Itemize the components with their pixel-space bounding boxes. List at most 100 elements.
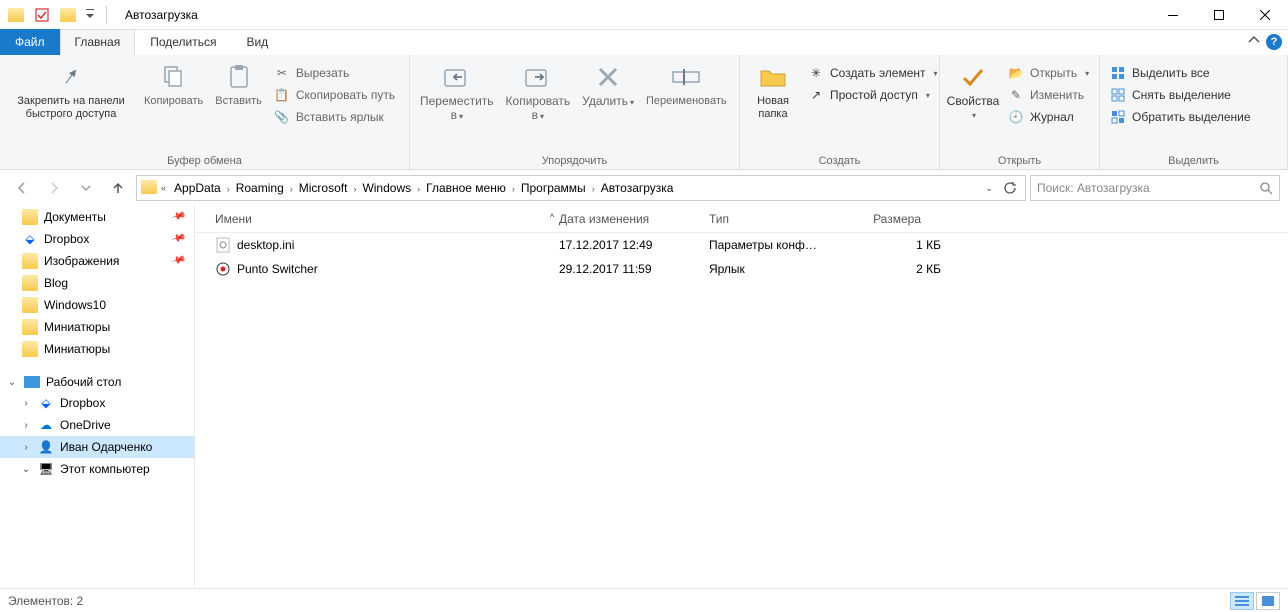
properties-button[interactable]: Свойства▾	[946, 59, 1000, 124]
expand-icon[interactable]: ›	[20, 420, 32, 431]
invert-selection-button[interactable]: Обратить выделение	[1106, 107, 1255, 127]
item-count-label: Элементов:	[8, 594, 73, 608]
rename-icon	[670, 61, 702, 93]
chevron-right-icon[interactable]: ›	[590, 184, 597, 194]
minimize-button[interactable]	[1150, 0, 1196, 30]
breadcrumb-segment[interactable]: Программы	[517, 181, 590, 195]
view-details-button[interactable]	[1230, 592, 1254, 610]
maximize-button[interactable]	[1196, 0, 1242, 30]
col-size[interactable]: Размера	[851, 212, 941, 226]
breadcrumb-segment[interactable]: AppData	[170, 181, 225, 195]
sidebar-item[interactable]: Изображения	[0, 250, 194, 272]
move-icon	[441, 61, 473, 93]
breadcrumb-segment[interactable]: Microsoft	[295, 181, 352, 195]
easy-access-button[interactable]: ↗Простой доступ▾	[804, 85, 942, 105]
view-large-button[interactable]	[1256, 592, 1280, 610]
folder-icon	[22, 209, 38, 225]
folder-icon	[22, 341, 38, 357]
expand-icon[interactable]: ›	[20, 442, 32, 453]
folder-icon	[6, 5, 26, 25]
delete-button[interactable]: Удалить▾	[578, 59, 638, 111]
col-type[interactable]: Тип	[709, 212, 851, 226]
sidebar-item-label: Этот компьютер	[60, 462, 150, 476]
sidebar-item[interactable]: ⌄🖥Этот компьютер	[0, 458, 194, 480]
new-folder-icon	[757, 61, 789, 93]
address-dropdown-icon[interactable]: ⌄	[983, 183, 995, 194]
sidebar-item[interactable]: Миниатюры	[0, 316, 194, 338]
history-button[interactable]: 🕘Журнал	[1004, 107, 1093, 127]
file-type: Ярлык	[709, 262, 851, 276]
file-row[interactable]: desktop.ini17.12.2017 12:49Параметры кон…	[195, 233, 1288, 257]
qat-dropdown-icon[interactable]	[84, 5, 96, 25]
open-button[interactable]: 📂Открыть▾	[1004, 63, 1093, 83]
file-row[interactable]: Punto Switcher29.12.2017 11:59Ярлык2 КБ	[195, 257, 1288, 281]
paste-button[interactable]: Вставить	[211, 59, 266, 110]
sidebar-item[interactable]: Документы	[0, 206, 194, 228]
tab-file[interactable]: Файл	[0, 29, 60, 55]
up-button[interactable]	[104, 174, 132, 202]
group-organize-label: Упорядочить	[416, 153, 733, 167]
recent-dropdown[interactable]	[72, 174, 100, 202]
sidebar-item[interactable]: ›👤Иван Одарченко	[0, 436, 194, 458]
new-folder-button[interactable]: Новая папка	[746, 59, 800, 123]
qat-properties-icon[interactable]	[32, 5, 52, 25]
sidebar-item[interactable]: Миниатюры	[0, 338, 194, 360]
invert-icon	[1110, 109, 1126, 125]
expand-icon[interactable]: ⌄	[20, 464, 32, 475]
column-headers[interactable]: Имени ^ Дата изменения Тип Размера	[195, 206, 1288, 233]
copy-path-button[interactable]: 📋Скопировать путь	[270, 85, 399, 105]
folder-icon	[58, 5, 78, 25]
file-size: 1 КБ	[851, 238, 941, 252]
refresh-button[interactable]	[1003, 181, 1017, 195]
tab-share[interactable]: Поделиться	[135, 29, 231, 55]
copy-button[interactable]: Копировать	[140, 59, 207, 110]
copy-to-icon	[522, 61, 554, 93]
breadcrumb-segment[interactable]: Roaming	[232, 181, 288, 195]
breadcrumb-segment[interactable]: Автозагрузка	[597, 181, 678, 195]
select-none-button[interactable]: Снять выделение	[1106, 85, 1255, 105]
col-date[interactable]: Дата изменения	[559, 212, 709, 226]
copy-to-button[interactable]: Копировать в▾	[502, 59, 575, 125]
chevron-right-icon[interactable]: ›	[288, 184, 295, 194]
chevron-right-icon[interactable]: ›	[225, 184, 232, 194]
file-date: 29.12.2017 11:59	[559, 262, 709, 276]
sidebar-item[interactable]: Windows10	[0, 294, 194, 316]
file-type: Параметры конф…	[709, 238, 851, 252]
breadcrumb-root-chevron[interactable]: «	[159, 183, 168, 193]
breadcrumb-bar[interactable]: « AppData›Roaming›Microsoft›Windows›Глав…	[136, 175, 1026, 201]
ribbon-tabs: Файл Главная Поделиться Вид ?	[0, 30, 1288, 55]
edit-button[interactable]: ✎Изменить	[1004, 85, 1093, 105]
sidebar-item[interactable]: Blog	[0, 272, 194, 294]
paste-shortcut-button[interactable]: 📎Вставить ярлык	[270, 107, 399, 127]
search-input[interactable]: Поиск: Автозагрузка	[1030, 175, 1280, 201]
pin-quickaccess-button[interactable]: Закрепить на панели быстрого доступа	[6, 59, 136, 123]
sidebar-item-label: OneDrive	[60, 418, 111, 432]
breadcrumb-segment[interactable]: Windows	[358, 181, 415, 195]
move-to-button[interactable]: Переместить в▾	[416, 59, 498, 125]
tab-view[interactable]: Вид	[231, 29, 283, 55]
close-button[interactable]	[1242, 0, 1288, 30]
sidebar-item[interactable]: ›⬙Dropbox	[0, 392, 194, 414]
select-all-button[interactable]: Выделить все	[1106, 63, 1255, 83]
search-icon	[1259, 181, 1273, 195]
new-item-button[interactable]: ✳Создать элемент▾	[804, 63, 942, 83]
help-icon[interactable]: ?	[1266, 34, 1282, 50]
sidebar-item-label: Иван Одарченко	[60, 440, 152, 454]
cut-button[interactable]: ✂Вырезать	[270, 63, 399, 83]
back-button[interactable]	[8, 174, 36, 202]
breadcrumb-segment[interactable]: Главное меню	[422, 181, 510, 195]
ribbon-collapse-icon[interactable]	[1248, 34, 1260, 46]
rename-button[interactable]: Переименовать	[642, 59, 731, 110]
sidebar-item-label: Blog	[44, 276, 68, 290]
chevron-right-icon[interactable]: ›	[510, 184, 517, 194]
forward-button[interactable]	[40, 174, 68, 202]
edit-icon: ✎	[1008, 87, 1024, 103]
expand-icon[interactable]: ›	[20, 398, 32, 409]
sidebar-item[interactable]: ⌄Рабочий стол	[0, 372, 194, 392]
col-name[interactable]: Имени	[215, 212, 252, 226]
tab-home[interactable]: Главная	[60, 29, 136, 55]
sidebar-item[interactable]: ›☁OneDrive	[0, 414, 194, 436]
sidebar-item[interactable]: ⬙Dropbox	[0, 228, 194, 250]
expand-icon[interactable]: ⌄	[6, 377, 18, 388]
sort-indicator-icon: ^	[545, 212, 559, 226]
